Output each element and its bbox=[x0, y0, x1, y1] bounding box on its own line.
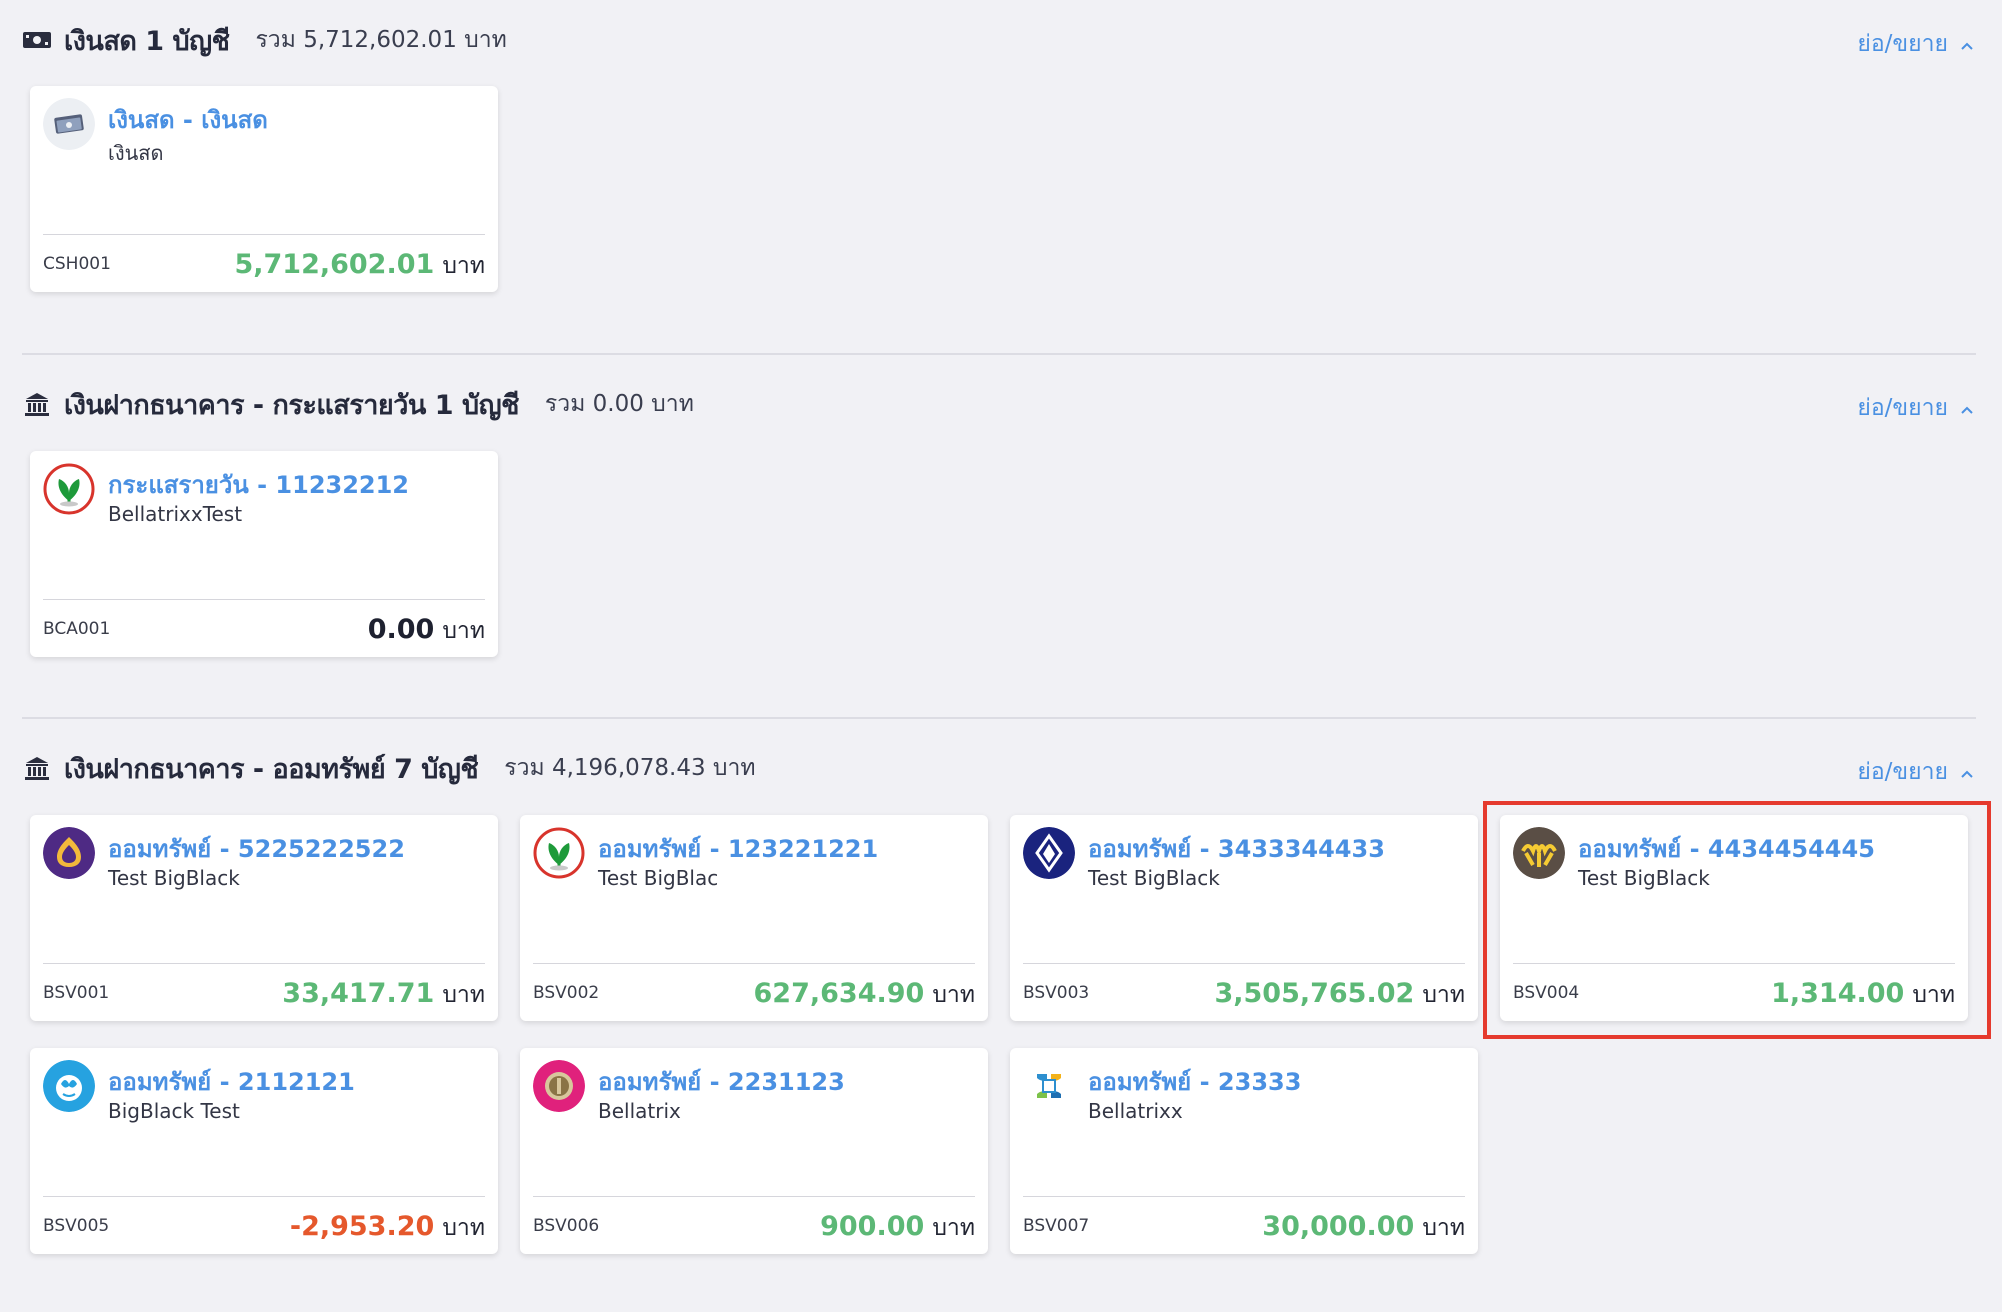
account-balance: 900.00 บาท bbox=[820, 1210, 975, 1246]
section-divider bbox=[22, 353, 1976, 355]
cash-logo-icon bbox=[43, 98, 95, 150]
ktb-logo-icon bbox=[43, 1060, 95, 1112]
account-holder: BellatrixxTest bbox=[108, 502, 243, 526]
balance-amount: 0.00 bbox=[367, 614, 435, 645]
account-code: BSV002 bbox=[533, 983, 600, 1003]
account-name[interactable]: ออมทรัพย์ - 3433344433 bbox=[1088, 829, 1385, 868]
account-card[interactable]: ออมทรัพย์ - 2112121 BigBlack Test BSV005… bbox=[30, 1048, 498, 1254]
card-divider bbox=[533, 963, 975, 964]
account-name[interactable]: ออมทรัพย์ - 2231123 bbox=[598, 1062, 845, 1101]
account-name[interactable]: ออมทรัพย์ - 23333 bbox=[1088, 1062, 1301, 1101]
account-balance: 627,634.90 บาท bbox=[754, 977, 976, 1013]
account-holder: เงินสด bbox=[108, 141, 164, 165]
cash-icon bbox=[22, 27, 52, 53]
balance-amount: -2,953.20 bbox=[289, 1211, 435, 1242]
chevron-up-icon bbox=[1961, 406, 1973, 414]
kbank-logo-icon bbox=[533, 827, 585, 879]
account-balance: -2,953.20 บาท bbox=[290, 1210, 485, 1246]
account-code: BSV001 bbox=[43, 983, 110, 1003]
collapse-toggle[interactable]: ย่อ/ขยาย bbox=[1857, 390, 1974, 426]
account-card[interactable]: ออมทรัพย์ - 3433344433 Test BigBlack BSV… bbox=[1010, 815, 1478, 1021]
account-card[interactable]: ออมทรัพย์ - 123221221 Test BigBlac BSV00… bbox=[520, 815, 988, 1021]
balance-unit: บาท bbox=[442, 1215, 485, 1241]
card-divider bbox=[43, 963, 485, 964]
account-card[interactable]: ออมทรัพย์ - 5225222522 Test BigBlack BSV… bbox=[30, 815, 498, 1021]
account-card[interactable]: ออมทรัพย์ - 2231123 Bellatrix BSV006 900… bbox=[520, 1048, 988, 1254]
chevron-up-icon bbox=[1961, 42, 1973, 50]
account-card[interactable]: เงินสด - เงินสด เงินสด CSH001 5,712,602.… bbox=[30, 86, 498, 292]
kbank-logo-icon bbox=[43, 463, 95, 515]
bbl-logo-icon bbox=[1023, 827, 1075, 879]
collapse-toggle[interactable]: ย่อ/ขยาย bbox=[1857, 26, 1974, 62]
account-balance: 33,417.71 บาท bbox=[282, 977, 485, 1013]
section-total: รวม 4,196,078.43 บาท bbox=[504, 755, 756, 781]
balance-unit: บาท bbox=[932, 982, 975, 1008]
account-holder: Test BigBlack bbox=[108, 866, 240, 890]
account-holder: Test BigBlack bbox=[1088, 866, 1220, 890]
balance-unit: บาท bbox=[1422, 1215, 1465, 1241]
card-divider bbox=[1023, 1196, 1465, 1197]
account-balance: 5,712,602.01 บาท bbox=[234, 248, 485, 284]
section-total: รวม 5,712,602.01 บาท bbox=[255, 27, 507, 53]
section-header: เงินฝากธนาคาร - ออมทรัพย์ 7 บัญชี รวม 4,… bbox=[22, 748, 1982, 788]
collapse-toggle-label: ย่อ/ขยาย bbox=[1857, 31, 1948, 57]
balance-amount: 3,505,765.02 bbox=[1214, 978, 1415, 1009]
account-code: BSV005 bbox=[43, 1216, 110, 1236]
balance-amount: 900.00 bbox=[820, 1211, 925, 1242]
section-header: เงินสด 1 บัญชี รวม 5,712,602.01 บาท ย่อ/… bbox=[22, 20, 1982, 60]
account-card[interactable]: กระแสรายวัน - 11232212 BellatrixxTest BC… bbox=[30, 451, 498, 657]
section-title: เงินฝากธนาคาร - กระแสรายวัน 1 บัญชี bbox=[64, 389, 519, 421]
account-code: BSV006 bbox=[533, 1216, 600, 1236]
account-holder: Bellatrixx bbox=[1088, 1099, 1183, 1123]
section-title: เงินสด 1 บัญชี bbox=[64, 25, 230, 57]
account-balance: 0.00 บาท bbox=[368, 613, 485, 649]
account-balance: 3,505,765.02 บาท bbox=[1214, 977, 1465, 1013]
account-holder: Bellatrix bbox=[598, 1099, 681, 1123]
balance-unit: บาท bbox=[442, 618, 485, 644]
account-holder: BigBlack Test bbox=[108, 1099, 240, 1123]
account-balance: 30,000.00 บาท bbox=[1262, 1210, 1465, 1246]
card-divider bbox=[43, 234, 485, 235]
account-name[interactable]: ออมทรัพย์ - 2112121 bbox=[108, 1062, 355, 1101]
account-card[interactable]: ออมทรัพย์ - 23333 Bellatrixx BSV007 30,0… bbox=[1010, 1048, 1478, 1254]
chevron-up-icon bbox=[1961, 770, 1973, 778]
section-title: เงินฝากธนาคาร - ออมทรัพย์ 7 บัญชี bbox=[64, 753, 479, 785]
balance-unit: บาท bbox=[442, 253, 485, 279]
account-name[interactable]: ออมทรัพย์ - 123221221 bbox=[598, 829, 878, 868]
collapse-toggle-label: ย่อ/ขยาย bbox=[1857, 759, 1948, 785]
balance-amount: 5,712,602.01 bbox=[234, 249, 435, 280]
account-code: BSV007 bbox=[1023, 1216, 1090, 1236]
balance-amount: 30,000.00 bbox=[1262, 1211, 1415, 1242]
tmb-logo-icon bbox=[1023, 1060, 1075, 1112]
accounts-page: เงินสด 1 บัญชี รวม 5,712,602.01 บาท ย่อ/… bbox=[0, 0, 2002, 1312]
account-name[interactable]: เงินสด - เงินสด bbox=[108, 100, 268, 139]
balance-amount: 33,417.71 bbox=[282, 978, 435, 1009]
bank-icon bbox=[22, 755, 52, 781]
collapse-toggle-label: ย่อ/ขยาย bbox=[1857, 395, 1948, 421]
bank-icon bbox=[22, 391, 52, 417]
card-divider bbox=[533, 1196, 975, 1197]
selection-highlight bbox=[1483, 801, 1991, 1039]
section-header: เงินฝากธนาคาร - กระแสรายวัน 1 บัญชี รวม … bbox=[22, 384, 1982, 424]
gsb-logo-icon bbox=[533, 1060, 585, 1112]
balance-amount: 627,634.90 bbox=[753, 978, 925, 1009]
balance-unit: บาท bbox=[442, 982, 485, 1008]
scb-logo-icon bbox=[43, 827, 95, 879]
account-code: CSH001 bbox=[43, 254, 111, 274]
account-code: BCA001 bbox=[43, 619, 111, 639]
account-holder: Test BigBlac bbox=[598, 866, 719, 890]
account-name[interactable]: ออมทรัพย์ - 5225222522 bbox=[108, 829, 405, 868]
account-code: BSV003 bbox=[1023, 983, 1090, 1003]
collapse-toggle[interactable]: ย่อ/ขยาย bbox=[1857, 754, 1974, 790]
balance-unit: บาท bbox=[1422, 982, 1465, 1008]
card-divider bbox=[43, 599, 485, 600]
section-total: รวม 0.00 บาท bbox=[544, 391, 694, 417]
balance-unit: บาท bbox=[932, 1215, 975, 1241]
card-divider bbox=[43, 1196, 485, 1197]
card-divider bbox=[1023, 963, 1465, 964]
account-name[interactable]: กระแสรายวัน - 11232212 bbox=[108, 465, 409, 504]
section-divider bbox=[22, 717, 1976, 719]
